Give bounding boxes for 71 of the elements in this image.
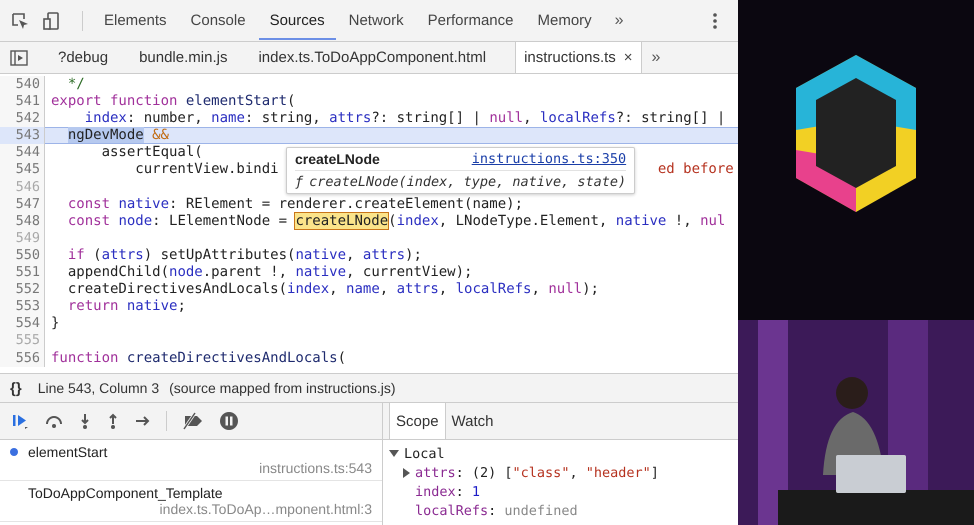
panel-tab[interactable]: Elements <box>93 1 178 40</box>
file-tab[interactable]: instructions.ts × <box>515 42 642 73</box>
frame-location[interactable]: instructions.ts:543 <box>259 460 372 476</box>
line-number[interactable]: 553 <box>0 298 45 316</box>
code-line: appendChild(node.parent !, native, currentView); <box>66 264 472 282</box>
more-files-button[interactable]: » <box>642 48 670 66</box>
line-number[interactable]: 540 <box>0 76 45 94</box>
code-line: function createDirectivesAndLocals( <box>50 350 346 367</box>
pane-tab[interactable]: Watch <box>446 403 500 439</box>
line-number[interactable]: 542 <box>0 110 45 128</box>
code-line: const node: LElementNode = createLNode(index, LNodeType.Element, native !, nul <box>66 212 726 230</box>
more-tabs-button[interactable]: » <box>604 12 634 30</box>
scope-variable[interactable]: index: 1 <box>415 484 480 500</box>
source-link[interactable]: instructions.ts:350 <box>472 150 626 168</box>
line-number[interactable]: 548 <box>0 212 45 230</box>
line-number[interactable]: 541 <box>0 93 45 110</box>
line-number[interactable]: 552 <box>0 281 45 298</box>
format-button[interactable]: {} <box>10 380 22 396</box>
code-line: index: number, name: string, attrs?: string[] | null, localRefs?: string[] | <box>84 110 726 128</box>
panel-tab[interactable]: Sources <box>258 1 336 40</box>
panel-tab[interactable]: Performance <box>416 1 524 40</box>
code-line: assertEqual( <box>100 144 203 162</box>
device-icon[interactable] <box>42 10 62 30</box>
file-tab[interactable]: bundle.min.js <box>127 42 246 73</box>
line-number[interactable]: 543 <box>0 127 45 144</box>
file-tab[interactable]: ?debug <box>46 42 128 73</box>
line-number[interactable]: 545 <box>0 161 45 179</box>
highlighted-identifier: createLNode <box>295 212 388 229</box>
line-number[interactable]: 551 <box>0 264 45 282</box>
code-line: if (attrs) setUpAttributes(native, attrs); <box>66 246 422 264</box>
deactivate-breakpoints-icon[interactable] <box>181 412 205 430</box>
expand-arrow-icon[interactable] <box>403 468 410 478</box>
scope-variable[interactable]: attrs: (2) ["class", "header"] <box>415 464 659 480</box>
scope-variable[interactable]: localRefs: undefined <box>415 502 578 518</box>
collapse-arrow-icon[interactable] <box>389 450 399 457</box>
call-stack-frame[interactable]: ToDoAppComponent_Template index.ts.ToDoAp…mponent.html:3 <box>0 481 382 522</box>
function-name: createLNode <box>295 150 380 168</box>
inspect-icon[interactable] <box>10 10 30 30</box>
line-number[interactable]: 554 <box>0 315 45 332</box>
scope-section[interactable]: Local <box>404 446 445 462</box>
panel-tab[interactable]: Console <box>180 1 257 40</box>
code-line: createDirectivesAndLocals(index, name, attrs, localRefs, null); <box>66 281 599 298</box>
code-line: currentView.bindi <box>134 161 280 179</box>
function-signature: createLNode(index, type, native, state) <box>309 174 626 190</box>
frame-location[interactable]: index.ts.ToDoAp…mponent.html:3 <box>160 501 372 517</box>
file-tab[interactable]: index.ts.ToDoAppComponent.html <box>246 42 506 73</box>
frame-name: ToDoAppComponent_Template <box>28 485 223 501</box>
menu-icon[interactable] <box>712 10 718 30</box>
line-number[interactable]: 550 <box>0 246 45 264</box>
code-line: export function elementStart( <box>50 93 296 110</box>
resume-icon[interactable] <box>10 412 30 430</box>
pause-on-exceptions-icon[interactable] <box>219 411 239 431</box>
close-tab-button[interactable]: × <box>624 49 633 66</box>
source-map-note: (source mapped from instructions.js) <box>169 380 396 396</box>
line-number[interactable]: 556 <box>0 350 45 367</box>
panel-tab[interactable]: Memory <box>526 1 603 40</box>
sidebar-toggle-icon[interactable] <box>10 50 28 66</box>
code-line: return native; <box>66 298 186 316</box>
line-number[interactable]: 547 <box>0 196 45 213</box>
function-mark: ƒ <box>295 174 304 190</box>
code-line: const native: RElement = renderer.createElement(name); <box>66 196 524 213</box>
line-number[interactable]: 544 <box>0 144 45 162</box>
code-line: ed before <box>658 161 734 179</box>
code-line: } <box>50 315 60 332</box>
cursor-position: Line 543, Column 3 <box>38 380 160 396</box>
panel-tab[interactable]: Network <box>338 1 415 40</box>
frame-name: elementStart <box>28 444 108 460</box>
pane-tab[interactable]: Scope <box>389 403 446 439</box>
code-line: */ <box>66 76 85 94</box>
code-line: ngDevMode && <box>66 127 169 144</box>
call-stack-frame[interactable]: elementStart instructions.ts:543 <box>0 440 382 481</box>
